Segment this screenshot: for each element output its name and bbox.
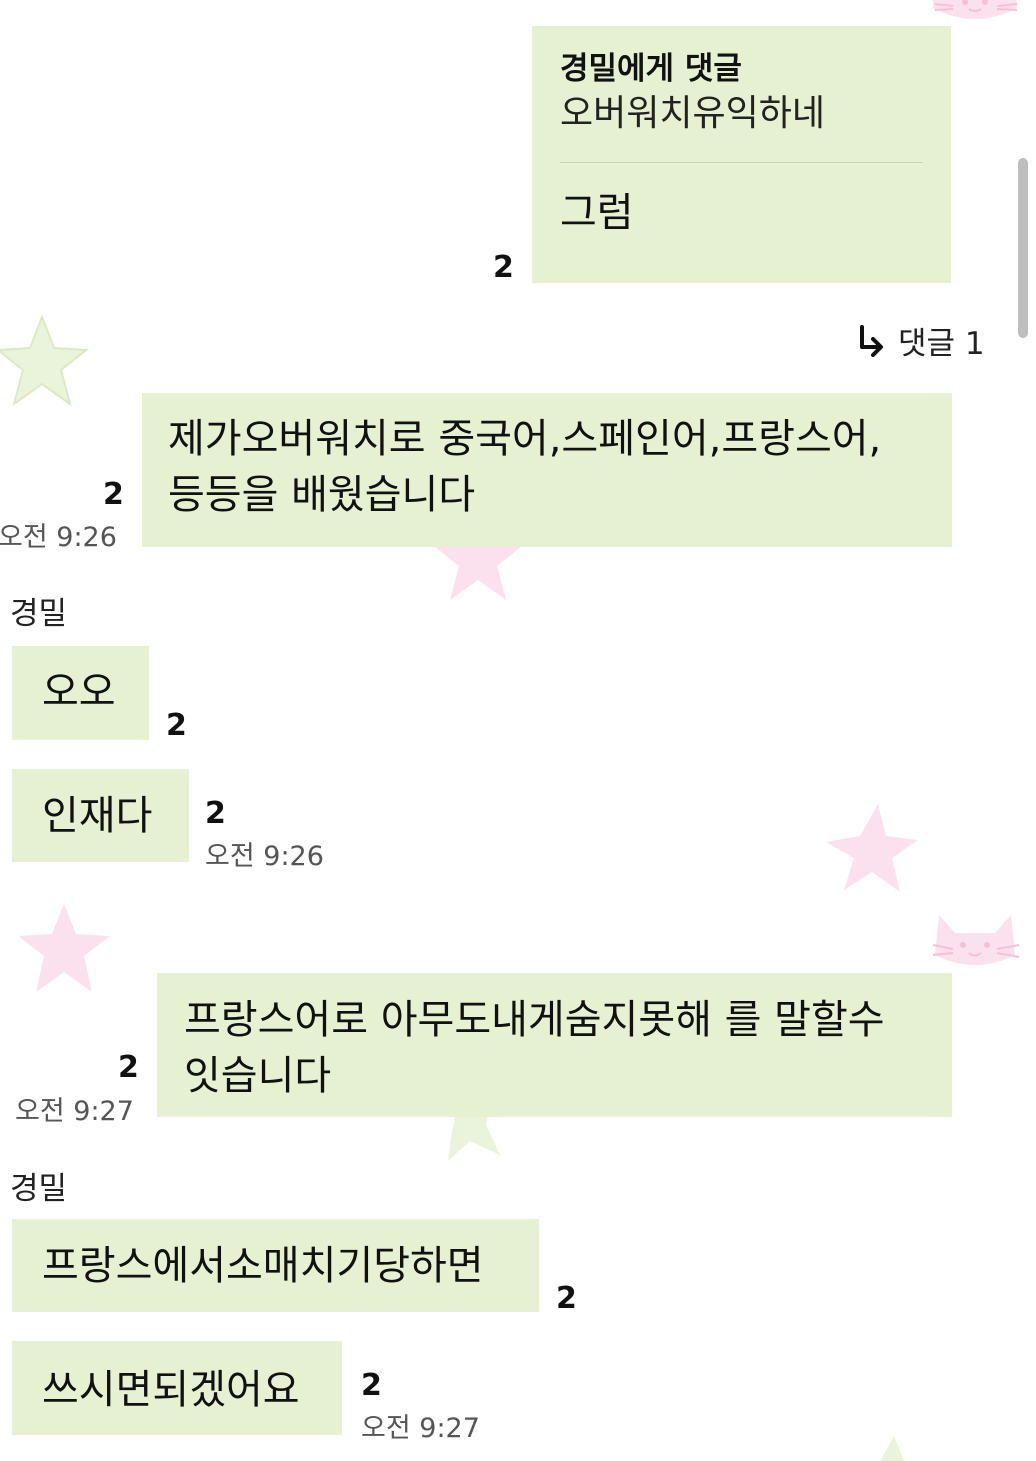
unread-count: 2 — [493, 250, 514, 285]
thread-reply-count: 댓글 1 — [898, 326, 985, 362]
message-time: 오전 9:27 — [15, 1096, 134, 1127]
reply-divider — [560, 162, 923, 163]
unread-count: 2 — [103, 477, 124, 512]
star-decoration-green — [880, 1436, 904, 1461]
unread-count: 2 — [556, 1281, 577, 1316]
sender-name: 경밀 — [10, 1171, 68, 1207]
message-text-line: 프랑스어로 아무도내게숨지못해 를 말할수 — [184, 997, 885, 1043]
message-text-line: 잇습니다 — [184, 1053, 332, 1099]
reply-message-bubble[interactable]: 경밀에게 댓글 오버워치유익하네 그럼 — [532, 26, 951, 283]
star-decoration-pink — [826, 804, 918, 892]
unread-count: 2 — [205, 796, 226, 831]
message-text: 쓰시면되겠어요 — [42, 1367, 300, 1413]
message-time: 오전 9:27 — [361, 1413, 480, 1444]
cat-decoration-icon — [932, 915, 1020, 965]
message-bubble-outgoing[interactable]: 제가오버워치로 중국어,스페인어,프랑스어, 등등을 배웠습니다 — [142, 393, 952, 547]
star-decoration-pink — [20, 904, 110, 992]
sender-name: 경밀 — [10, 596, 68, 632]
message-bubble-incoming[interactable]: 인재다 — [12, 769, 189, 862]
message-text: 프랑스에서소매치기당하면 — [42, 1243, 484, 1289]
message-text-line: 제가오버워치로 중국어,스페인어,프랑스어, — [168, 416, 882, 462]
message-bubble-incoming[interactable]: 프랑스에서소매치기당하면 — [12, 1219, 539, 1312]
message-text-line: 등등을 배웠습니다 — [168, 472, 476, 518]
message-bubble-incoming[interactable]: 쓰시면되겠어요 — [12, 1341, 342, 1435]
message-text: 그럼 — [560, 190, 634, 236]
star-decoration-green — [0, 314, 89, 407]
reply-quoted-text: 오버워치유익하네 — [560, 93, 825, 134]
reply-arrow-icon — [860, 324, 883, 357]
message-bubble-outgoing[interactable]: 프랑스어로 아무도내게숨지못해 를 말할수 잇습니다 — [157, 973, 952, 1117]
reply-target-title: 경밀에게 댓글 — [560, 51, 742, 87]
unread-count: 2 — [166, 708, 187, 743]
message-time: 오전 9:26 — [0, 522, 117, 553]
message-text: 인재다 — [42, 793, 153, 839]
cat-decoration-icon — [933, 0, 1018, 19]
unread-count: 2 — [118, 1050, 139, 1085]
thread-reply-link[interactable]: 댓글 1 — [856, 318, 985, 363]
message-time: 오전 9:26 — [205, 841, 324, 872]
scrollbar-thumb[interactable] — [1018, 158, 1028, 338]
unread-count: 2 — [361, 1368, 382, 1403]
message-text: 오오 — [42, 669, 116, 715]
message-bubble-incoming[interactable]: 오오 — [12, 646, 149, 740]
